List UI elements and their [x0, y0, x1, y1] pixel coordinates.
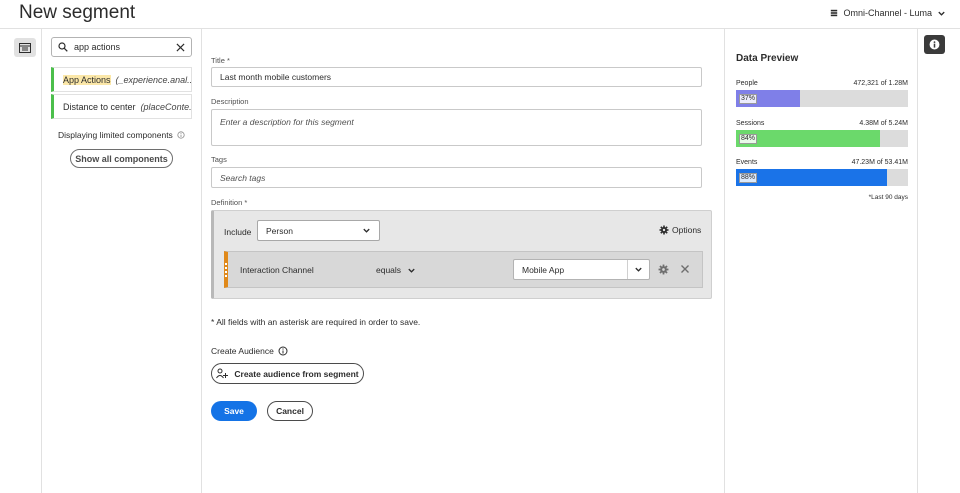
definition-label: Definition * — [211, 198, 248, 207]
metric-bar-fill — [736, 130, 881, 147]
database-icon — [831, 9, 838, 17]
include-label: Include — [224, 227, 252, 237]
include-scope-value: Person — [266, 225, 293, 236]
chevron-down-icon — [408, 268, 415, 273]
search-icon — [58, 42, 68, 52]
metric-events: Events 47.23M of 53.41M 88% — [736, 159, 908, 186]
limited-components-note: Displaying limited components — [58, 130, 185, 140]
metric-value: 47.23M of 53.41M — [851, 159, 908, 166]
rule-value-combobox[interactable]: Mobile App — [513, 259, 650, 280]
chevron-down-icon — [938, 11, 945, 16]
metric-name: Events — [736, 159, 758, 166]
top-bar: New segment Omni-Channel - Luma — [0, 0, 960, 29]
create-audience-button[interactable]: Create audience from segment — [211, 363, 364, 384]
info-panel-button[interactable] — [924, 35, 945, 54]
tags-search-input[interactable]: Search tags — [211, 167, 702, 188]
required-fields-note: * All fields with an asterisk are requir… — [211, 317, 421, 327]
metric-bar: 88% — [736, 169, 908, 186]
panel-icon — [19, 42, 31, 53]
data-preview-title: Data Preview — [736, 53, 799, 64]
cancel-button[interactable]: Cancel — [267, 401, 313, 421]
chevron-down-icon — [363, 228, 370, 233]
info-circle-icon[interactable] — [177, 131, 185, 139]
drag-handle[interactable] — [225, 263, 227, 277]
options-button[interactable]: Options — [659, 225, 701, 235]
component-item-app-actions[interactable]: App Actions (_experience.anal... — [51, 67, 192, 92]
definition-container: Include Person Options Interaction Chann… — [211, 210, 712, 299]
remove-rule-close-icon[interactable] — [680, 264, 690, 274]
title-input[interactable]: Last month mobile customers — [211, 67, 702, 87]
preview-footnote: *Last 90 days — [868, 194, 908, 201]
info-icon — [929, 39, 940, 50]
rule-value-dropdown-button[interactable] — [627, 260, 649, 279]
tags-label: Tags — [211, 155, 227, 164]
component-search-field[interactable]: app actions — [51, 37, 192, 57]
component-search-input[interactable]: app actions — [74, 42, 176, 52]
metric-value: 4.38M of 5.24M — [859, 120, 908, 127]
component-name-highlight: App Actions — [63, 74, 111, 85]
options-label: Options — [672, 225, 702, 235]
components-panel: app actions App Actions (_experience.ana… — [42, 29, 202, 493]
segment-rule: Interaction Channel equals Mobile App — [224, 251, 703, 288]
save-button[interactable]: Save — [211, 401, 257, 421]
title-label: Title * — [211, 56, 230, 65]
metric-name: Sessions — [736, 120, 765, 127]
report-suite-selector[interactable]: Omni-Channel - Luma — [830, 8, 946, 18]
left-rail — [0, 29, 42, 493]
metric-value: 472,321 of 1.28M — [853, 80, 909, 87]
include-scope-select[interactable]: Person — [257, 220, 380, 241]
clear-search-icon[interactable] — [176, 42, 185, 52]
metric-percent: 88% — [739, 173, 758, 183]
metric-percent: 37% — [739, 94, 758, 104]
description-textarea[interactable]: Enter a description for this segment — [211, 109, 702, 146]
info-circle-icon[interactable] — [278, 346, 288, 356]
component-item-distance-to-center[interactable]: Distance to center (placeConte... — [51, 94, 192, 119]
metric-sessions: Sessions 4.38M of 5.24M 84% — [736, 120, 908, 147]
chevron-down-icon — [635, 267, 642, 272]
segment-form: Title * Last month mobile customers Desc… — [202, 29, 724, 493]
rule-dimension[interactable]: Interaction Channel — [240, 265, 314, 275]
limited-components-text: Displaying limited components — [58, 130, 173, 140]
metric-bar: 37% — [736, 90, 908, 107]
report-suite-label: Omni-Channel - Luma — [843, 8, 932, 18]
metric-bar-fill — [736, 169, 888, 186]
component-name: Distance to center — [63, 101, 136, 112]
components-panel-button[interactable] — [14, 38, 36, 57]
rule-settings-gear-icon[interactable] — [658, 264, 669, 275]
create-audience-label: Create Audience — [211, 346, 274, 356]
create-audience-button-label: Create audience from segment — [234, 368, 359, 379]
page-title: New segment — [19, 2, 136, 23]
gear-icon — [659, 225, 669, 235]
rule-operator-value: equals — [376, 265, 402, 275]
description-label: Description — [211, 97, 249, 106]
metric-people: People 472,321 of 1.28M 37% — [736, 80, 908, 107]
metric-bar: 84% — [736, 130, 908, 147]
rule-value[interactable]: Mobile App — [514, 265, 627, 275]
metric-name: People — [736, 80, 758, 87]
rule-operator-select[interactable]: equals — [376, 265, 416, 275]
show-all-components-button[interactable]: Show all components — [70, 149, 173, 168]
data-preview-panel: Data Preview People 472,321 of 1.28M 37%… — [724, 29, 918, 493]
component-id: (_experience.anal... — [115, 74, 192, 85]
component-id: (placeConte... — [140, 101, 192, 112]
create-audience-heading: Create Audience — [211, 346, 288, 356]
add-audience-icon — [216, 368, 229, 379]
metric-percent: 84% — [739, 134, 758, 144]
